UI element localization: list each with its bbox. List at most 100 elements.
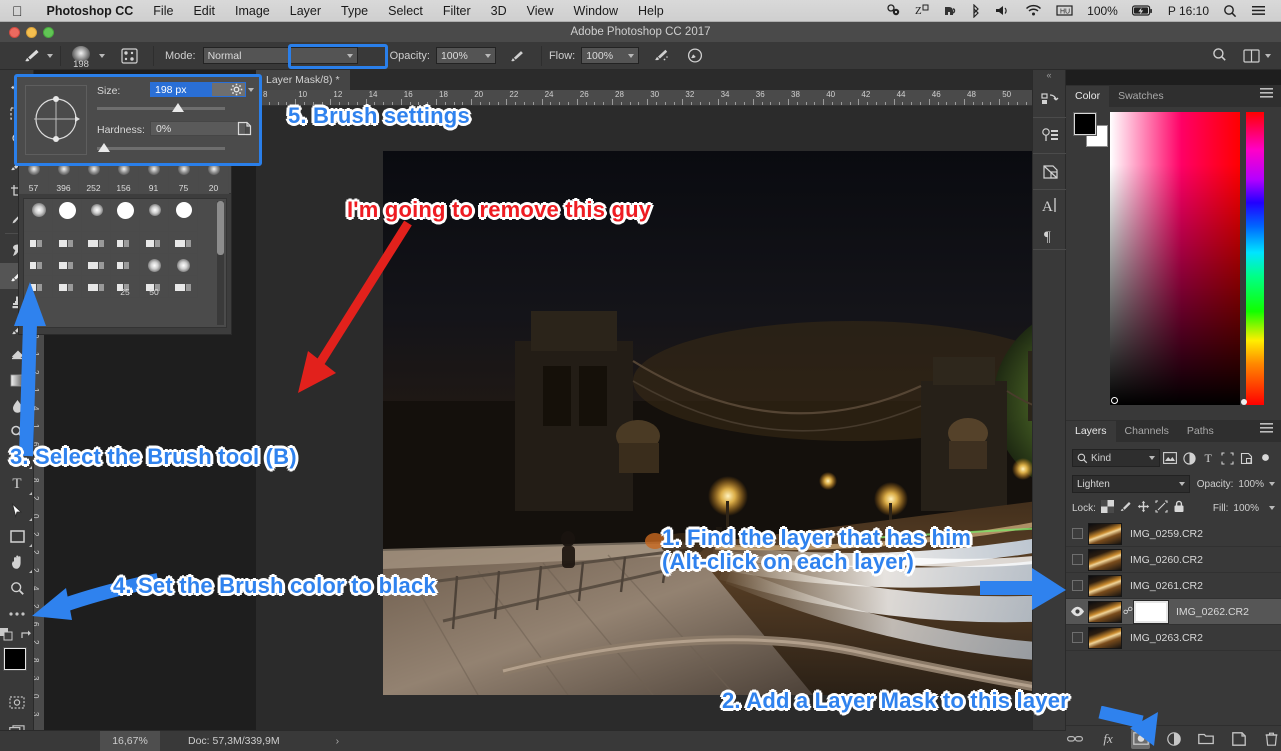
tab-swatches[interactable]: Swatches: [1109, 86, 1173, 107]
layer-visibility-toggle[interactable]: [1066, 632, 1088, 643]
brush-preset-cell[interactable]: 20: [199, 160, 229, 194]
search-icon[interactable]: [1202, 47, 1237, 65]
brush-preset-cell[interactable]: [169, 199, 198, 232]
brush-preset-cell[interactable]: [111, 232, 140, 254]
layer-visibility-toggle[interactable]: [1066, 528, 1088, 539]
brush-preset-cell[interactable]: [24, 199, 53, 232]
close-button[interactable]: [9, 26, 20, 38]
chevron-down-icon[interactable]: [47, 53, 53, 58]
table-row[interactable]: ☍ IMG_0262.CR2: [1066, 599, 1281, 625]
lock-artboard-icon[interactable]: [1155, 500, 1168, 516]
foreground-background-color[interactable]: [0, 647, 38, 685]
table-row[interactable]: IMG_0260.CR2: [1066, 547, 1281, 573]
menu-item-type[interactable]: Type: [331, 4, 378, 18]
hue-slider-handle[interactable]: [1241, 399, 1247, 405]
history-panel-icon[interactable]: [1033, 82, 1067, 118]
menu-item-image[interactable]: Image: [225, 4, 280, 18]
tab-color[interactable]: Color: [1066, 86, 1110, 107]
foreground-color-swatch[interactable]: [1073, 112, 1097, 136]
pressure-controls-opacity-button[interactable]: [496, 42, 534, 70]
brush-grid-scrollbar[interactable]: [217, 201, 224, 325]
pen-tool[interactable]: [0, 445, 34, 471]
menu-item-view[interactable]: View: [517, 4, 564, 18]
menu-item-3d[interactable]: 3D: [481, 4, 517, 18]
character-panel-icon[interactable]: A: [1033, 190, 1067, 220]
menu-item-edit[interactable]: Edit: [183, 4, 225, 18]
scrollbar-thumb[interactable]: [217, 201, 224, 255]
brush-preset-cell[interactable]: [169, 276, 198, 298]
table-row[interactable]: IMG_0263.CR2: [1066, 625, 1281, 651]
menu-item-window[interactable]: Window: [564, 4, 628, 18]
table-row[interactable]: IMG_0261.CR2: [1066, 573, 1281, 599]
elephant-icon[interactable]: [936, 4, 964, 17]
bluetooth-icon[interactable]: [964, 3, 988, 18]
tab-channels[interactable]: Channels: [1116, 421, 1178, 442]
notification-center-icon[interactable]: [1244, 4, 1273, 17]
filter-pixel-icon[interactable]: [1160, 449, 1179, 467]
menu-item-photoshop[interactable]: Photoshop CC: [37, 4, 144, 18]
dodge-tool[interactable]: [0, 419, 34, 445]
brush-preset-cell[interactable]: [169, 232, 198, 254]
new-adjustment-layer-button[interactable]: [1164, 729, 1183, 749]
brush-preset-cell[interactable]: 50: [140, 276, 169, 298]
brush-preset-cell[interactable]: [140, 199, 169, 232]
menu-item-select[interactable]: Select: [378, 4, 433, 18]
brush-preset-cell[interactable]: [53, 276, 82, 298]
search-icon[interactable]: [1216, 4, 1244, 18]
flow-input[interactable]: 100%: [581, 47, 640, 64]
wifi-icon[interactable]: [1018, 4, 1049, 17]
brush-size-slider-knob[interactable]: [172, 103, 184, 112]
link-layers-button[interactable]: [1066, 729, 1085, 749]
active-tool-indicator[interactable]: [0, 42, 53, 70]
eraser-tool[interactable]: [0, 341, 34, 367]
brush-preset-picker[interactable]: 198: [68, 45, 94, 70]
layer-list[interactable]: IMG_0259.CR2 IMG_0260.CR2 IMG_0261.CR2 ☍ IMG…: [1066, 521, 1281, 651]
type-tool[interactable]: T: [0, 471, 34, 497]
arrange-documents-icon[interactable]: [1237, 48, 1275, 63]
brush-preset-cell[interactable]: 252: [79, 160, 109, 194]
hand-tool[interactable]: [0, 549, 34, 575]
zoom-tool[interactable]: [0, 575, 34, 601]
brush-preset-cell[interactable]: 25: [111, 276, 140, 298]
gradient-tool[interactable]: [0, 367, 34, 393]
brush-preset-grid[interactable]: 25 50: [23, 198, 227, 328]
brush-preset-cell[interactable]: [24, 232, 53, 254]
menu-item-file[interactable]: File: [143, 4, 183, 18]
brush-preset-cell[interactable]: [111, 199, 140, 232]
menu-item-help[interactable]: Help: [628, 4, 674, 18]
hue-slider[interactable]: [1241, 112, 1264, 405]
brush-preset-cell[interactable]: 75: [169, 160, 199, 194]
layer-thumbnail[interactable]: [1088, 600, 1122, 623]
filter-kind-select[interactable]: Kind: [1072, 449, 1161, 467]
more-tools[interactable]: [0, 601, 34, 627]
menu-item-filter[interactable]: Filter: [433, 4, 481, 18]
brush-preset-cell[interactable]: 57: [19, 160, 49, 194]
airbrush-button[interactable]: [639, 42, 678, 70]
filter-smart-object-icon[interactable]: [1237, 449, 1256, 467]
chevron-down-icon[interactable]: [1269, 482, 1275, 486]
layer-thumbnail[interactable]: [1088, 626, 1122, 649]
adjustments-panel-icon[interactable]: [1033, 154, 1067, 190]
recent-brushes-row[interactable]: 57 396 252 156 91 75 20: [19, 160, 231, 194]
brush-hardness-slider-knob[interactable]: [98, 143, 110, 152]
brush-size-hardness-panel[interactable]: Size: 198 px Hardness: 0%: [16, 76, 261, 164]
chevron-down-icon[interactable]: [1269, 506, 1275, 510]
new-layer-button[interactable]: [1230, 729, 1249, 749]
layer-visibility-toggle[interactable]: [1066, 606, 1088, 617]
delete-layer-button[interactable]: [1262, 729, 1281, 749]
brush-preset-cell[interactable]: [24, 254, 53, 276]
brush-hardness-value[interactable]: 0%: [150, 121, 246, 136]
layer-thumbnail[interactable]: [1088, 574, 1122, 597]
layer-style-button[interactable]: fx: [1099, 729, 1118, 749]
smoothing-options-button[interactable]: [678, 42, 712, 70]
collapse-panels-button[interactable]: «: [1033, 70, 1065, 82]
tab-layers[interactable]: Layers: [1066, 421, 1116, 442]
clock[interactable]: P 16:10: [1161, 4, 1216, 18]
toggle-brush-panel-button[interactable]: [113, 42, 146, 70]
fill-value[interactable]: 100%: [1233, 503, 1259, 514]
new-brush-preset-button[interactable]: [237, 121, 252, 141]
table-row[interactable]: IMG_0259.CR2: [1066, 521, 1281, 547]
brush-preset-cell[interactable]: [82, 199, 111, 232]
layer-visibility-toggle[interactable]: [1066, 580, 1088, 591]
menu-item-layer[interactable]: Layer: [280, 4, 331, 18]
